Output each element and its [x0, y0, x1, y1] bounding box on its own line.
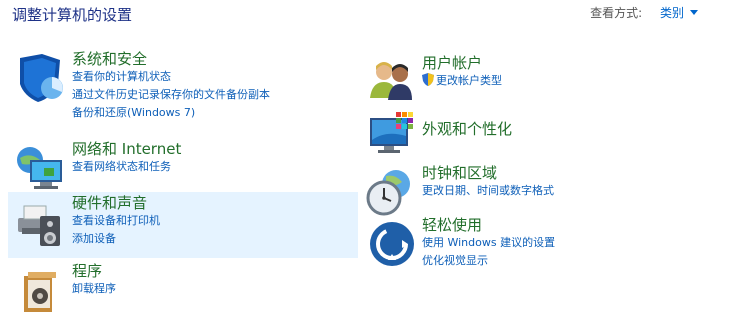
uac-shield-icon: [422, 73, 434, 86]
link-backup-restore[interactable]: 备份和还原(Windows 7): [72, 104, 270, 122]
network-globe-icon[interactable]: [14, 142, 66, 194]
link-devices-printers[interactable]: 查看设备和打印机: [72, 212, 160, 230]
link-optimize-visual-display[interactable]: 优化视觉显示: [422, 252, 555, 270]
category-hardware-sound: 硬件和声音 查看设备和打印机 添加设备: [8, 192, 358, 258]
ease-of-access-icon[interactable]: [366, 218, 418, 270]
category-user-accounts: 用户帐户 更改帐户类型: [360, 54, 730, 112]
view-by-label: 查看方式:: [590, 6, 643, 20]
shield-pie-icon[interactable]: [14, 52, 66, 104]
programs-box-icon[interactable]: [14, 266, 66, 318]
monitor-palette-icon[interactable]: [366, 110, 418, 162]
category-ease-of-access: 轻松使用 使用 Windows 建议的设置 优化视觉显示: [360, 216, 730, 274]
link-add-device[interactable]: 添加设备: [72, 230, 160, 248]
category-title[interactable]: 网络和 Internet: [72, 140, 181, 158]
category-appearance-personalization: 外观和个性化: [360, 108, 730, 166]
link-view-computer-status[interactable]: 查看你的计算机状态: [72, 68, 270, 86]
link-change-date-time-format[interactable]: 更改日期、时间或数字格式: [422, 182, 554, 200]
category-title[interactable]: 时钟和区域: [422, 164, 554, 182]
category-system-security: 系统和安全 查看你的计算机状态 通过文件历史记录保存你的文件备份副本 备份和还原…: [8, 50, 358, 119]
link-network-status[interactable]: 查看网络状态和任务: [72, 158, 181, 176]
category-clock-region: 时钟和区域 更改日期、时间或数字格式: [360, 164, 730, 222]
view-by-dropdown[interactable]: 类别: [660, 6, 698, 20]
users-icon[interactable]: [366, 56, 418, 108]
page-title: 调整计算机的设置: [12, 6, 133, 24]
link-change-account-type[interactable]: 更改帐户类型: [422, 72, 502, 90]
category-title[interactable]: 轻松使用: [422, 216, 555, 234]
chevron-down-icon: [690, 10, 698, 15]
category-title[interactable]: 硬件和声音: [72, 194, 160, 212]
link-file-history[interactable]: 通过文件历史记录保存你的文件备份副本: [72, 86, 270, 104]
category-network-internet: 网络和 Internet 查看网络状态和任务: [8, 140, 358, 198]
category-title[interactable]: 用户帐户: [422, 54, 502, 72]
category-title[interactable]: 外观和个性化: [422, 120, 512, 138]
category-title[interactable]: 系统和安全: [72, 50, 270, 68]
printer-speaker-icon[interactable]: [14, 198, 66, 250]
view-by-control: 查看方式: 类别: [590, 4, 698, 21]
category-programs: 程序 卸载程序: [8, 262, 358, 320]
clock-globe-icon[interactable]: [366, 166, 418, 218]
link-recommended-settings[interactable]: 使用 Windows 建议的设置: [422, 234, 555, 252]
view-by-value: 类别: [659, 6, 684, 20]
link-uninstall-program[interactable]: 卸载程序: [72, 280, 116, 298]
category-title[interactable]: 程序: [72, 262, 116, 280]
link-change-account-type-label: 更改帐户类型: [436, 74, 502, 87]
